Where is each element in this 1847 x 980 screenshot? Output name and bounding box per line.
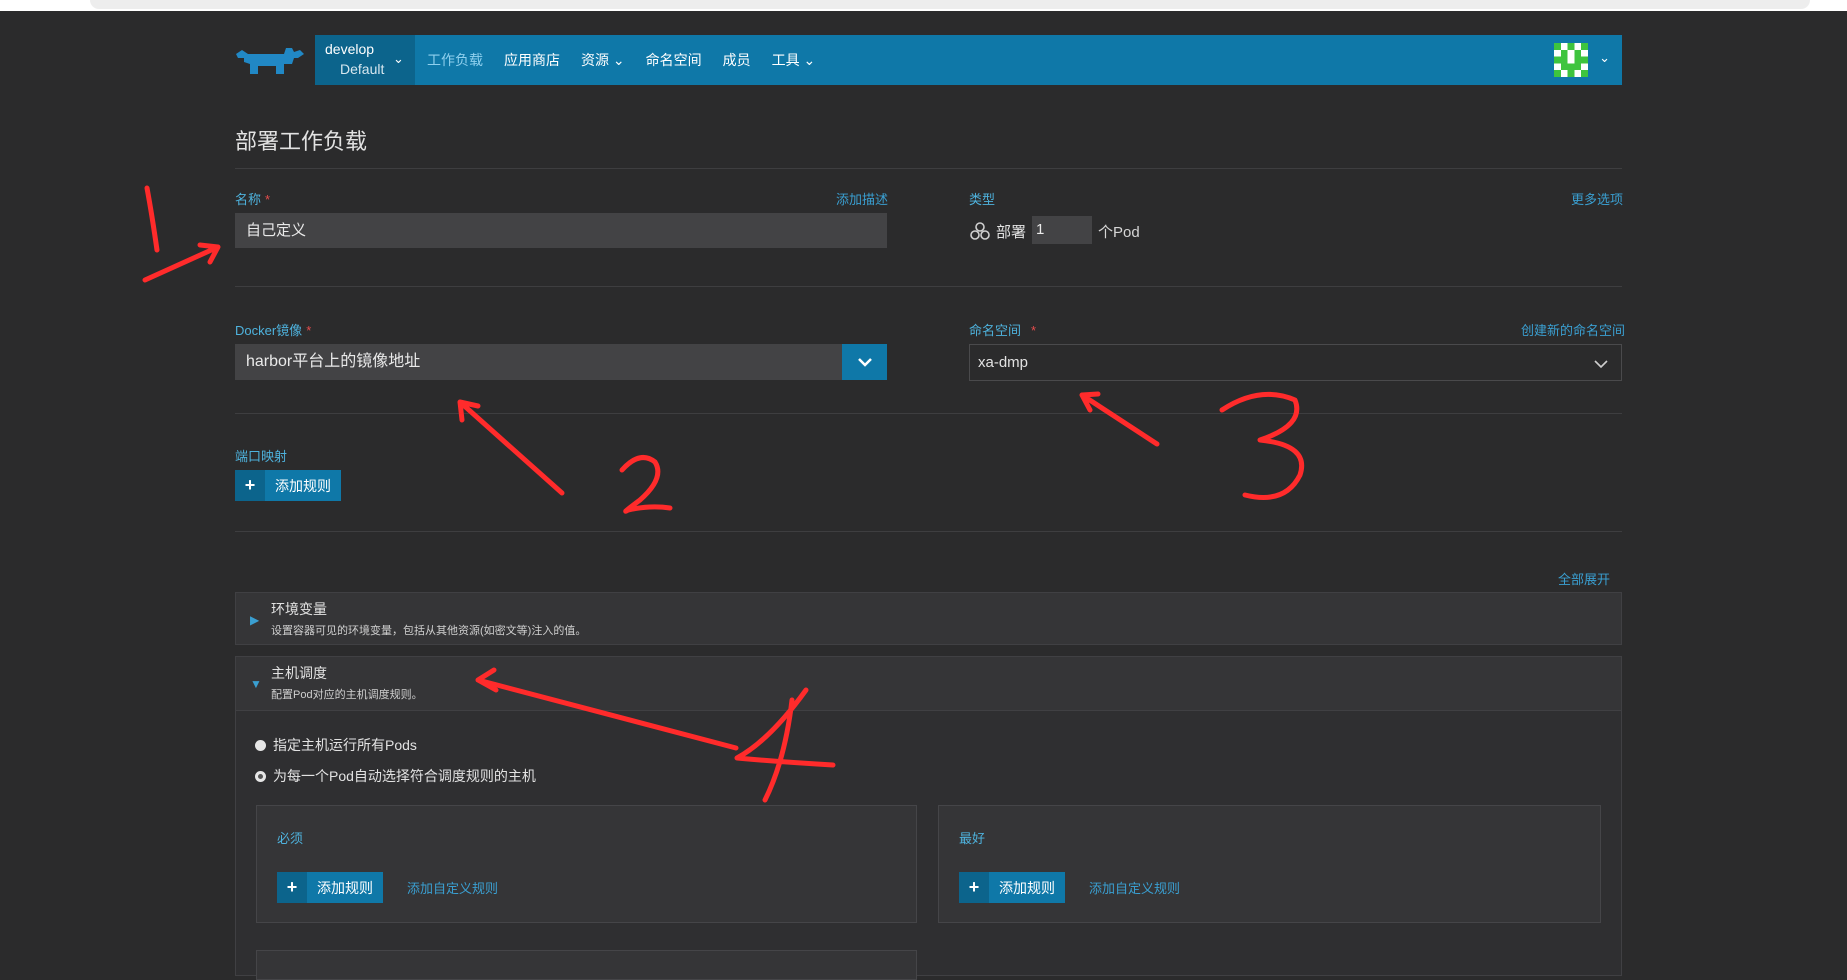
required-marker: * [1031,323,1037,338]
nav-app-store[interactable]: 应用商店 [504,50,560,70]
pod-count-input[interactable]: 1 [1032,216,1092,244]
namespace-value: xa-dmp [978,354,1029,371]
plus-icon: + [277,872,307,903]
radio-selected-icon [255,770,266,782]
scheduling-description: 配置Pod对应的主机调度规则。 [271,689,423,701]
nav-members[interactable]: 成员 [723,50,751,70]
divider [235,168,1622,169]
required-marker: * [306,323,312,338]
radio-all-pods-label: 指定主机运行所有Pods [273,737,417,753]
namespace-label-text: 命名空间 [969,323,1022,338]
radio-all-pods[interactable]: 指定主机运行所有Pods [255,735,417,755]
type-kind: 部署 [996,224,1027,241]
env-vars-panel[interactable]: ▶ 环境变量 设置容器可见的环境变量，包括从其他资源(如密文等)注入的值。 [235,592,1622,645]
add-port-rule-label: 添加规则 [265,470,341,501]
required-rules-panel: 必须 + 添加规则 添加自定义规则 [256,805,917,923]
user-avatar[interactable] [1554,43,1588,77]
preferred-rules-title: 最好 [959,831,986,846]
add-preferred-rule-label: 添加规则 [989,872,1065,903]
required-marker: * [265,192,271,207]
environment-name: develop [325,41,375,57]
deployment-icon [970,222,990,240]
annotation-arrow-2 [457,399,565,496]
plus-icon: + [959,872,989,903]
annotation-1-stroke [144,185,160,253]
rancher-logo[interactable] [230,35,315,85]
next-rules-panel [256,950,917,980]
nav-tools-label: 工具 [771,52,800,68]
plus-icon: + [235,470,265,501]
nav-workloads[interactable]: 工作负载 [427,50,483,70]
add-required-rule-button[interactable]: + 添加规则 [277,872,383,903]
divider [235,286,1622,287]
chevron-down-icon [1594,360,1608,369]
image-label: Docker镜像 * [235,320,311,339]
more-options-link[interactable]: 更多选项 [1571,189,1623,208]
expand-all-link[interactable]: 全部展开 [1558,569,1610,588]
top-nav-bar: develop Default ⌄ 工作负载 应用商店 资源 ⌄ 命名空间 成员… [315,35,1622,85]
docker-image-input[interactable]: harbor平台上的镜像地址 [235,344,842,380]
add-required-rule-label: 添加规则 [307,872,383,903]
scheduling-title: 主机调度 [271,665,327,681]
nav-resources-label: 资源 [581,52,609,68]
chevron-down-icon: ⌄ [612,52,625,68]
add-custom-preferred-rule-link[interactable]: 添加自定义规则 [1089,878,1180,897]
browser-top-strip [0,0,1847,11]
nav-tools[interactable]: 工具 ⌄ [772,50,816,70]
chevron-down-icon: ⌄ [803,52,816,68]
add-preferred-rule-button[interactable]: + 添加规则 [959,872,1065,903]
collapse-arrow-icon: ▼ [250,677,262,691]
divider [235,413,1622,414]
add-port-rule-button[interactable]: + 添加规则 [235,470,341,501]
radio-auto-select-label: 为每一个Pod自动选择符合调度规则的主机 [273,768,536,784]
image-dropdown-button[interactable] [842,344,887,380]
radio-auto-select[interactable]: 为每一个Pod自动选择符合调度规则的主机 [255,766,536,786]
project-name: Default [340,61,385,77]
annotation-arrow-3 [1079,391,1160,447]
add-custom-required-rule-link[interactable]: 添加自定义规则 [407,878,498,897]
env-vars-description: 设置容器可见的环境变量，包括从其他资源(如密文等)注入的值。 [271,625,587,637]
port-mapping-label: 端口映射 [235,449,288,464]
env-vars-title: 环境变量 [271,601,327,617]
annotation-3-stroke [1219,391,1304,500]
scheduling-panel-header[interactable]: ▼ 主机调度 配置Pod对应的主机调度规则。 [236,657,1621,711]
create-namespace-link[interactable]: 创建新的命名空间 [1521,320,1625,339]
namespace-select[interactable]: xa-dmp [969,344,1622,381]
chevron-down-icon [857,358,872,367]
rancher-logo-icon [236,48,304,74]
radio-unselected-icon [255,739,266,751]
browser-bar [90,0,1810,9]
chevron-down-icon: ⌄ [393,51,404,66]
annotation-arrow-1 [142,242,221,283]
expand-arrow-icon: ▶ [250,613,260,627]
preferred-rules-panel: 最好 + 添加规则 添加自定义规则 [938,805,1601,923]
type-label: 类型 [969,192,996,207]
annotation-2-stroke [619,455,673,514]
image-label-text: Docker镜像 [235,323,303,338]
name-label-text: 名称 [235,192,262,207]
pod-unit: 个Pod [1098,224,1140,241]
required-rules-title: 必须 [277,831,304,846]
main-nav: 工作负载 应用商店 资源 ⌄ 命名空间 成员 工具 ⌄ [427,50,836,70]
name-label: 名称 * [235,189,270,208]
chevron-down-icon[interactable]: ⌄ [1599,50,1610,66]
namespace-label: 命名空间 * [969,320,1036,339]
divider [235,531,1622,532]
name-input[interactable]: 自己定义 [235,213,887,248]
nav-resources[interactable]: 资源 ⌄ [581,50,625,70]
add-description-link[interactable]: 添加描述 [836,189,888,208]
page-title: 部署工作负载 [235,129,368,154]
environment-switcher[interactable]: develop Default ⌄ [315,35,415,85]
nav-namespaces[interactable]: 命名空间 [646,50,702,70]
